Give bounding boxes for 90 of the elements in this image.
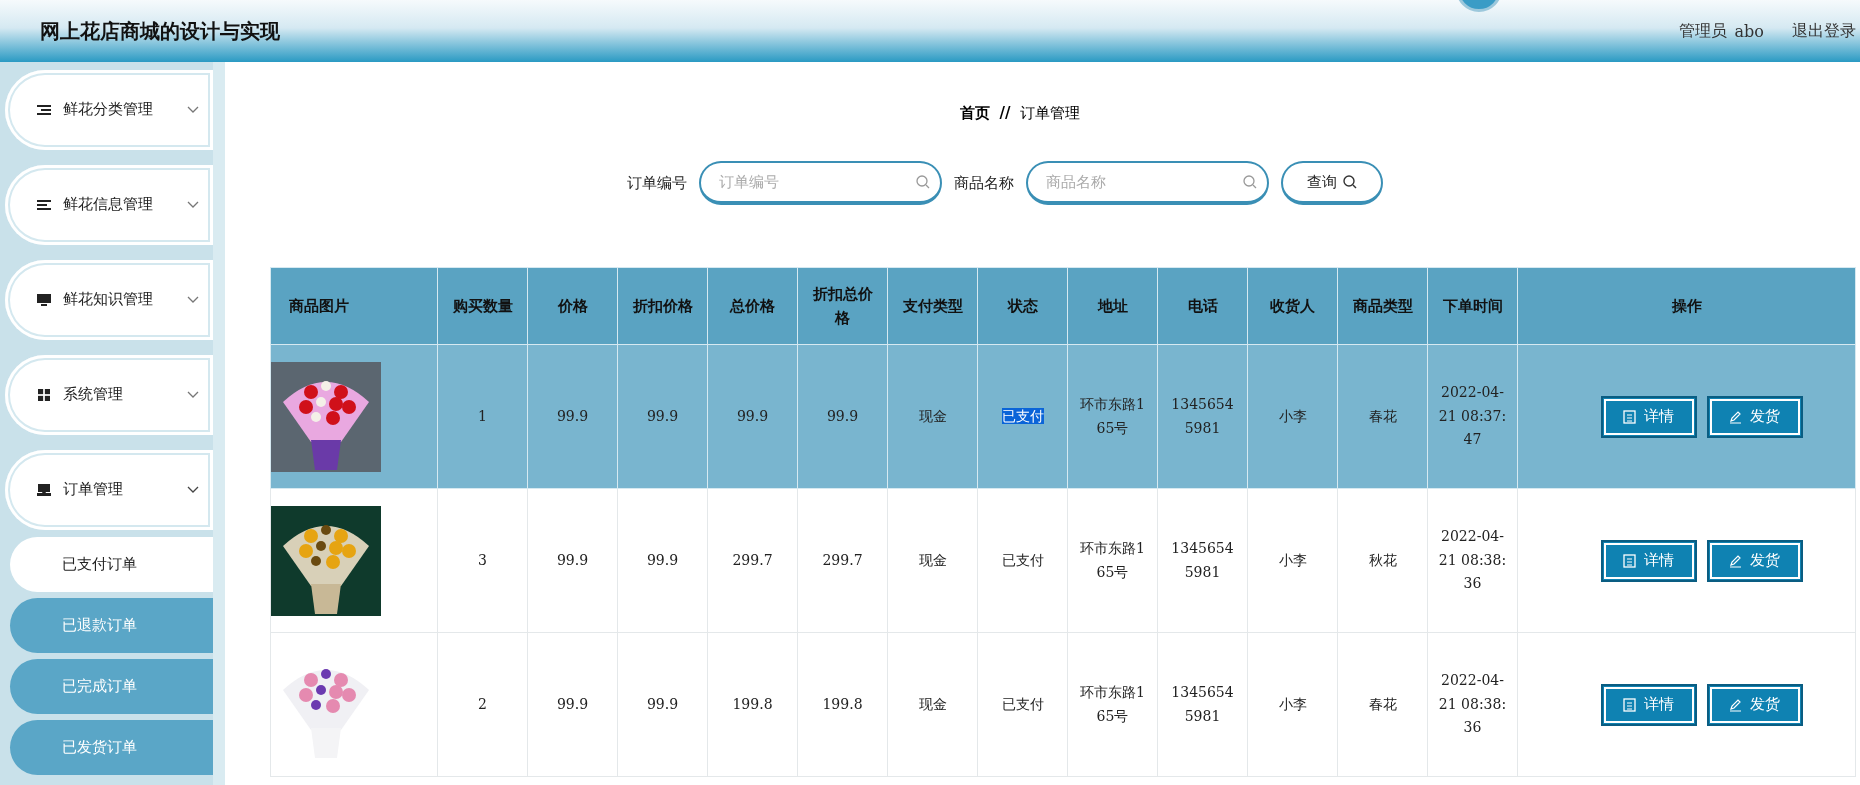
pencil-icon <box>1729 409 1742 424</box>
table-cell: 99.9 <box>527 488 618 633</box>
menu-item[interactable]: 鲜花知识管理 <box>5 259 213 340</box>
document-icon <box>1623 409 1636 424</box>
table-cell: 已支付 <box>977 488 1068 633</box>
column-header: 支付类型 <box>887 267 978 345</box>
app-title: 网上花店商城的设计与实现 <box>40 17 280 45</box>
grid-icon <box>37 388 51 401</box>
menu-item[interactable]: 鲜花分类管理 <box>5 69 213 150</box>
column-header: 商品图片 <box>270 267 438 345</box>
column-header: 下单时间 <box>1427 267 1518 345</box>
column-header: 总价格 <box>707 267 798 345</box>
table-cell: 99.9 <box>617 344 708 489</box>
table-cell: 环市东路165号 <box>1067 488 1158 633</box>
breadcrumb-current: 订单管理 <box>1020 104 1081 123</box>
table-cell: 现金 <box>887 344 978 489</box>
table-cell: 299.7 <box>707 488 798 633</box>
table-cell: 13456545981 <box>1157 488 1248 633</box>
details-button[interactable]: 详情 <box>1600 395 1697 438</box>
column-header: 价格 <box>527 267 618 345</box>
search-icon <box>1343 175 1357 189</box>
user-name: abo <box>1734 21 1764 41</box>
column-header: 操作 <box>1517 267 1856 345</box>
tray-icon <box>37 483 51 496</box>
field-label: 订单编号 <box>627 173 687 193</box>
table-cell: 3 <box>437 488 528 633</box>
document-icon <box>1623 697 1636 712</box>
ship-button[interactable]: 发货 <box>1706 539 1803 582</box>
column-header: 商品类型 <box>1337 267 1428 345</box>
table-cell: 299.7 <box>797 488 888 633</box>
menu-item[interactable]: 鲜花信息管理 <box>5 164 213 245</box>
table-cell: 199.8 <box>797 632 888 777</box>
monitor-icon <box>37 293 51 306</box>
search-field[interactable]: 订单编号 <box>699 161 942 205</box>
search-input[interactable]: 订单编号 <box>717 172 916 192</box>
table-cell: 现金 <box>887 632 978 777</box>
table-cell: 1 <box>437 344 528 489</box>
table-cell: 99.9 <box>617 632 708 777</box>
ship-button[interactable]: 发货 <box>1706 683 1803 726</box>
table-cell: 2 <box>437 632 528 777</box>
document-icon <box>1623 553 1636 568</box>
table-cell: 99.9 <box>617 488 708 633</box>
list-icon <box>37 103 51 116</box>
search-button[interactable]: 查询 <box>1281 161 1383 205</box>
table-cell: 13456545981 <box>1157 632 1248 777</box>
table-cell: 199.8 <box>707 632 798 777</box>
column-header: 地址 <box>1067 267 1158 345</box>
breadcrumb-separator: // <box>999 104 1011 123</box>
table-cell: 13456545981 <box>1157 344 1248 489</box>
list-icon <box>37 198 51 211</box>
table-cell: 99.9 <box>527 632 618 777</box>
details-button[interactable]: 详情 <box>1600 683 1697 726</box>
field-label: 商品名称 <box>954 173 1014 193</box>
table-cell: 现金 <box>887 488 978 633</box>
column-header: 折扣总价格 <box>797 267 888 345</box>
user-role: 管理员 <box>1678 20 1727 42</box>
table-cell: 已支付 <box>977 344 1068 489</box>
column-header: 状态 <box>977 267 1068 345</box>
table-cell: 2022-04-21 08:38:36 <box>1427 632 1518 777</box>
table-cell: 环市东路165号 <box>1067 632 1158 777</box>
column-header: 折扣价格 <box>617 267 708 345</box>
table-cell: 99.9 <box>707 344 798 489</box>
search-icon <box>916 175 930 189</box>
table-cell: 小李 <box>1247 344 1338 489</box>
details-button[interactable]: 详情 <box>1600 539 1697 582</box>
table-cell: 99.9 <box>527 344 618 489</box>
menu-item[interactable]: 订单管理 <box>5 449 213 530</box>
ship-button[interactable]: 发货 <box>1706 395 1803 438</box>
table-cell: 环市东路165号 <box>1067 344 1158 489</box>
table-cell: 春花 <box>1337 344 1428 489</box>
table-cell: 2022-04-21 08:37:47 <box>1427 344 1518 489</box>
submenu-item[interactable]: 已支付订单 <box>10 537 213 592</box>
logout-link[interactable]: 退出登录 <box>1792 20 1856 42</box>
table-cell: 小李 <box>1247 632 1338 777</box>
table-cell: 春花 <box>1337 632 1428 777</box>
column-header: 购买数量 <box>437 267 528 345</box>
table-cell: 小李 <box>1247 488 1338 633</box>
column-header: 收货人 <box>1247 267 1338 345</box>
search-icon <box>1243 175 1257 189</box>
pencil-icon <box>1729 553 1742 568</box>
search-input[interactable]: 商品名称 <box>1044 172 1243 192</box>
pencil-icon <box>1729 697 1742 712</box>
search-field[interactable]: 商品名称 <box>1026 161 1269 205</box>
breadcrumb-home[interactable]: 首页 <box>959 104 990 123</box>
table-cell: 99.9 <box>797 344 888 489</box>
table-cell: 2022-04-21 08:38:36 <box>1427 488 1518 633</box>
table-cell: 已支付 <box>977 632 1068 777</box>
table-cell: 秋花 <box>1337 488 1428 633</box>
menu-item[interactable]: 系统管理 <box>5 354 213 435</box>
column-header: 电话 <box>1157 267 1248 345</box>
